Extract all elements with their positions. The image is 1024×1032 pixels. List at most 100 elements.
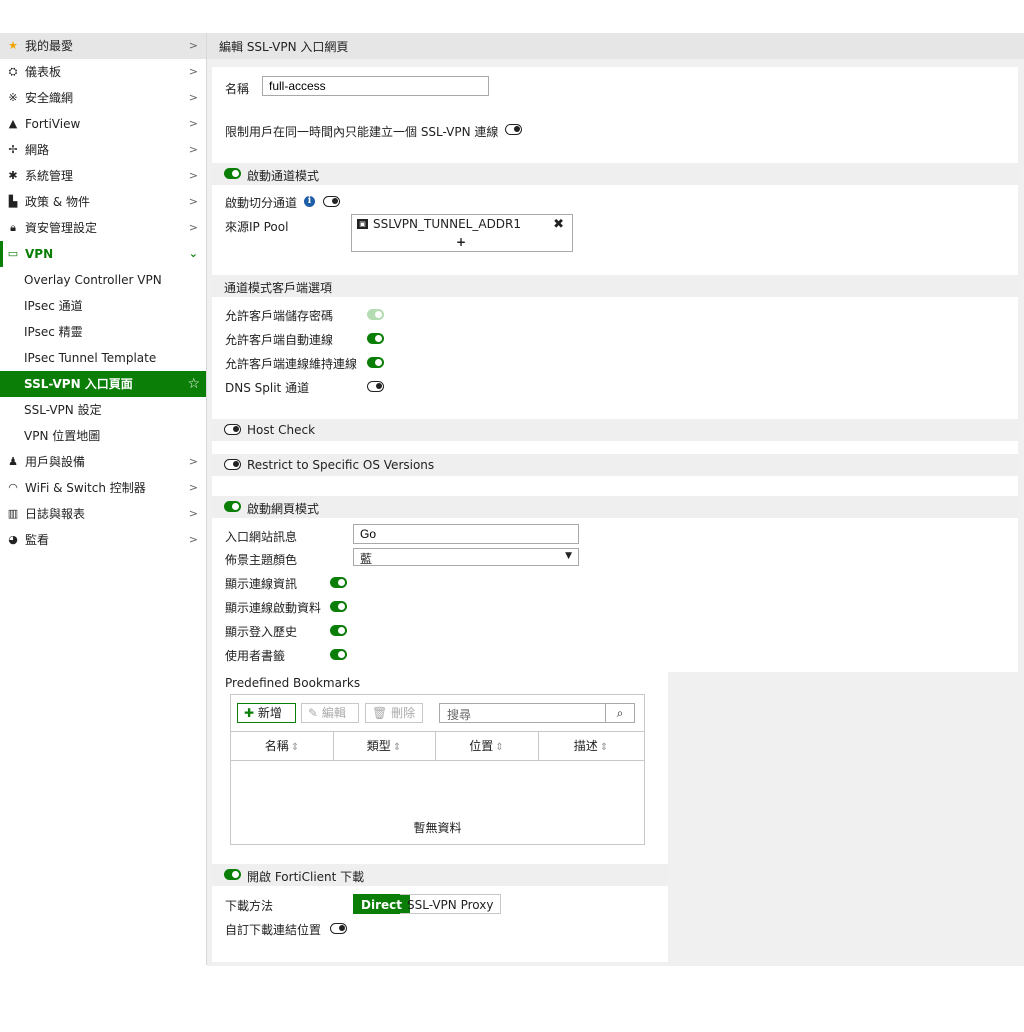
sidebar-item-monitor[interactable]: ◕ 監看 > bbox=[0, 527, 206, 553]
sort-icon: ⇕ bbox=[290, 742, 300, 753]
web-mode-toggle[interactable] bbox=[224, 501, 241, 512]
tunnel-mode-toggle[interactable] bbox=[224, 168, 241, 179]
table-header: 名稱 ⇕ 類型 ⇕ 位置 ⇕ 描述 ⇕ bbox=[231, 731, 644, 761]
column-header-name[interactable]: 名稱 ⇕ bbox=[231, 732, 334, 760]
sidebar-subitem-overlay-controller[interactable]: Overlay Controller VPN bbox=[0, 267, 206, 293]
delete-button[interactable]: 🗑︎ 刪除 bbox=[365, 703, 423, 723]
empty-table-message: 暫無資料 bbox=[413, 821, 462, 835]
client-options-label: 通道模式客戶端選項 bbox=[224, 281, 333, 295]
add-button[interactable]: ✚ 新增 bbox=[237, 703, 296, 723]
save-password-label: 允許客戶端儲存密碼 bbox=[225, 309, 334, 323]
column-header-location[interactable]: 位置 ⇕ bbox=[435, 732, 539, 760]
sidebar-item-user-device[interactable]: ♟ 用戶與設備 > bbox=[0, 449, 206, 475]
host-check-section: Host Check bbox=[212, 419, 1018, 441]
search-field[interactable]: 搜尋 ⌕ bbox=[439, 703, 635, 723]
sidebar-subitem-vpn-map[interactable]: VPN 位置地圖 bbox=[0, 423, 206, 449]
remove-icon[interactable]: ✖ bbox=[553, 217, 564, 232]
monitor-chart-icon: ◕ bbox=[8, 533, 18, 546]
user-bookmarks-toggle[interactable] bbox=[330, 649, 347, 660]
keep-alive-label: 允許客戶端連線維持連線 bbox=[225, 357, 358, 371]
ip-pool-field[interactable]: ▣ SSLVPN_TUNNEL_ADDR1 ✖ + bbox=[351, 214, 573, 252]
save-password-toggle[interactable] bbox=[367, 309, 384, 320]
theme-label: 佈景主題顏色 bbox=[225, 553, 298, 567]
column-header-type[interactable]: 類型 ⇕ bbox=[333, 732, 436, 760]
sidebar-subitem-sslvpn-portals[interactable]: SSL-VPN 入口頁面 ☆ bbox=[0, 371, 206, 397]
sidebar-item-system[interactable]: ✱ 系統管理 > bbox=[0, 163, 206, 189]
name-label: 名稱 bbox=[225, 82, 250, 96]
sidebar-subitem-sslvpn-settings[interactable]: SSL-VPN 設定 bbox=[0, 397, 206, 423]
column-header-description[interactable]: 描述 ⇕ bbox=[538, 732, 644, 760]
client-options-section: 通道模式客戶端選項 bbox=[212, 275, 1018, 297]
info-icon[interactable]: i bbox=[304, 196, 315, 207]
sidebar-item-vpn[interactable]: ▭ VPN ⌄ bbox=[0, 241, 206, 267]
portal-message-input[interactable] bbox=[353, 524, 579, 544]
sidebar-item-policy[interactable]: ▙ 政策 & 物件 > bbox=[0, 189, 206, 215]
sidebar: ★ 我的最愛 > ⛭ 儀表板 > ※ 安全織網 > ▲ FortiView > … bbox=[0, 33, 207, 965]
sort-icon: ⇕ bbox=[599, 742, 609, 753]
download-proxy-option[interactable]: SSL-VPN Proxy bbox=[400, 894, 502, 914]
sidebar-item-fortiview[interactable]: ▲ FortiView > bbox=[0, 111, 206, 137]
host-check-toggle[interactable] bbox=[224, 424, 241, 435]
forticlient-toggle[interactable] bbox=[224, 869, 241, 880]
wifi-icon: ◠ bbox=[8, 481, 18, 494]
restrict-os-toggle[interactable] bbox=[224, 459, 241, 470]
limit-connection-label: 限制用戶在同一時間內只能建立一個 SSL-VPN 連線 bbox=[225, 125, 499, 139]
chevron-right-icon: > bbox=[188, 455, 198, 468]
theme-select[interactable]: 藍 ▼ bbox=[353, 548, 579, 566]
search-icon[interactable]: ⌕ bbox=[605, 704, 634, 722]
show-session-toggle[interactable] bbox=[330, 577, 347, 588]
chevron-down-icon: ⌄ bbox=[188, 247, 198, 260]
chevron-right-icon: > bbox=[188, 169, 198, 182]
show-launcher-toggle[interactable] bbox=[330, 601, 347, 612]
tunnel-mode-section: 啟動通道模式 bbox=[212, 163, 1018, 185]
show-session-label: 顯示連線資訊 bbox=[225, 577, 298, 591]
show-launcher-label: 顯示連線啟動資料 bbox=[225, 601, 322, 615]
split-tunnel-toggle[interactable] bbox=[323, 196, 340, 207]
sidebar-subitem-ipsec-template[interactable]: IPsec Tunnel Template bbox=[0, 345, 206, 371]
portal-message-label: 入口網站訊息 bbox=[225, 530, 298, 544]
host-check-label: Host Check bbox=[247, 423, 316, 437]
sidebar-subitem-ipsec-tunnels[interactable]: IPsec 通道 bbox=[0, 293, 206, 319]
dns-split-toggle[interactable] bbox=[367, 381, 384, 392]
bookmarks-table: ✚ 新增 ✎ 編輯 🗑︎ 刪除 搜尋 ⌕ 名稱 ⇕ 類型 ⇕ 位置 ⇕ 描述 ⇕ 暫無資… bbox=[230, 694, 645, 845]
sidebar-item-log-report[interactable]: ▥ 日誌與報表 > bbox=[0, 501, 206, 527]
search-placeholder: 搜尋 bbox=[447, 708, 472, 722]
limit-connection-toggle[interactable] bbox=[505, 124, 522, 135]
sidebar-item-dashboard[interactable]: ⛭ 儀表板 > bbox=[0, 59, 206, 85]
chevron-right-icon: > bbox=[188, 507, 198, 520]
show-login-history-toggle[interactable] bbox=[330, 625, 347, 636]
restrict-os-label: Restrict to Specific OS Versions bbox=[247, 458, 435, 472]
chevron-right-icon: > bbox=[188, 91, 198, 104]
chart-icon: ▲ bbox=[8, 117, 18, 130]
chevron-right-icon: > bbox=[188, 117, 198, 130]
sidebar-subitem-ipsec-wizard[interactable]: IPsec 精靈 bbox=[0, 319, 206, 345]
custom-download-toggle[interactable] bbox=[330, 923, 347, 934]
auto-connect-toggle[interactable] bbox=[367, 333, 384, 344]
address-object-icon: ▣ bbox=[357, 219, 368, 229]
forticlient-label: 開啟 FortiClient 下載 bbox=[247, 870, 365, 884]
favorite-star-icon[interactable]: ☆ bbox=[187, 371, 200, 397]
sidebar-item-security-fabric[interactable]: ※ 安全織網 > bbox=[0, 85, 206, 111]
sidebar-item-favorites[interactable]: ★ 我的最愛 > bbox=[0, 33, 206, 59]
sidebar-item-network[interactable]: ✢ 網路 > bbox=[0, 137, 206, 163]
gear-icon: ✱ bbox=[8, 169, 18, 182]
star-icon: ★ bbox=[8, 39, 18, 52]
fabric-icon: ※ bbox=[8, 91, 18, 104]
sort-icon: ⇕ bbox=[495, 742, 504, 753]
custom-download-label: 自訂下載連結位置 bbox=[225, 923, 322, 937]
forticlient-section: 開啟 FortiClient 下載 bbox=[212, 864, 668, 886]
name-input[interactable] bbox=[262, 76, 489, 96]
network-icon: ✢ bbox=[8, 143, 18, 156]
show-login-history-label: 顯示登入歷史 bbox=[225, 625, 298, 639]
dashboard-icon: ⛭ bbox=[8, 65, 18, 78]
report-icon: ▥ bbox=[7, 507, 19, 520]
chevron-right-icon: > bbox=[188, 533, 198, 546]
monitor-icon: ▭ bbox=[7, 247, 19, 260]
edit-button[interactable]: ✎ 編輯 bbox=[301, 703, 359, 723]
add-icon[interactable]: + bbox=[456, 235, 466, 249]
chevron-right-icon: > bbox=[188, 481, 198, 494]
sidebar-item-security-profiles[interactable]: 🔒︎ 資安管理設定 > bbox=[0, 215, 206, 241]
chevron-right-icon: > bbox=[188, 65, 198, 78]
sidebar-item-wifi-switch[interactable]: ◠ WiFi & Switch 控制器 > bbox=[0, 475, 206, 501]
keep-alive-toggle[interactable] bbox=[367, 357, 384, 368]
